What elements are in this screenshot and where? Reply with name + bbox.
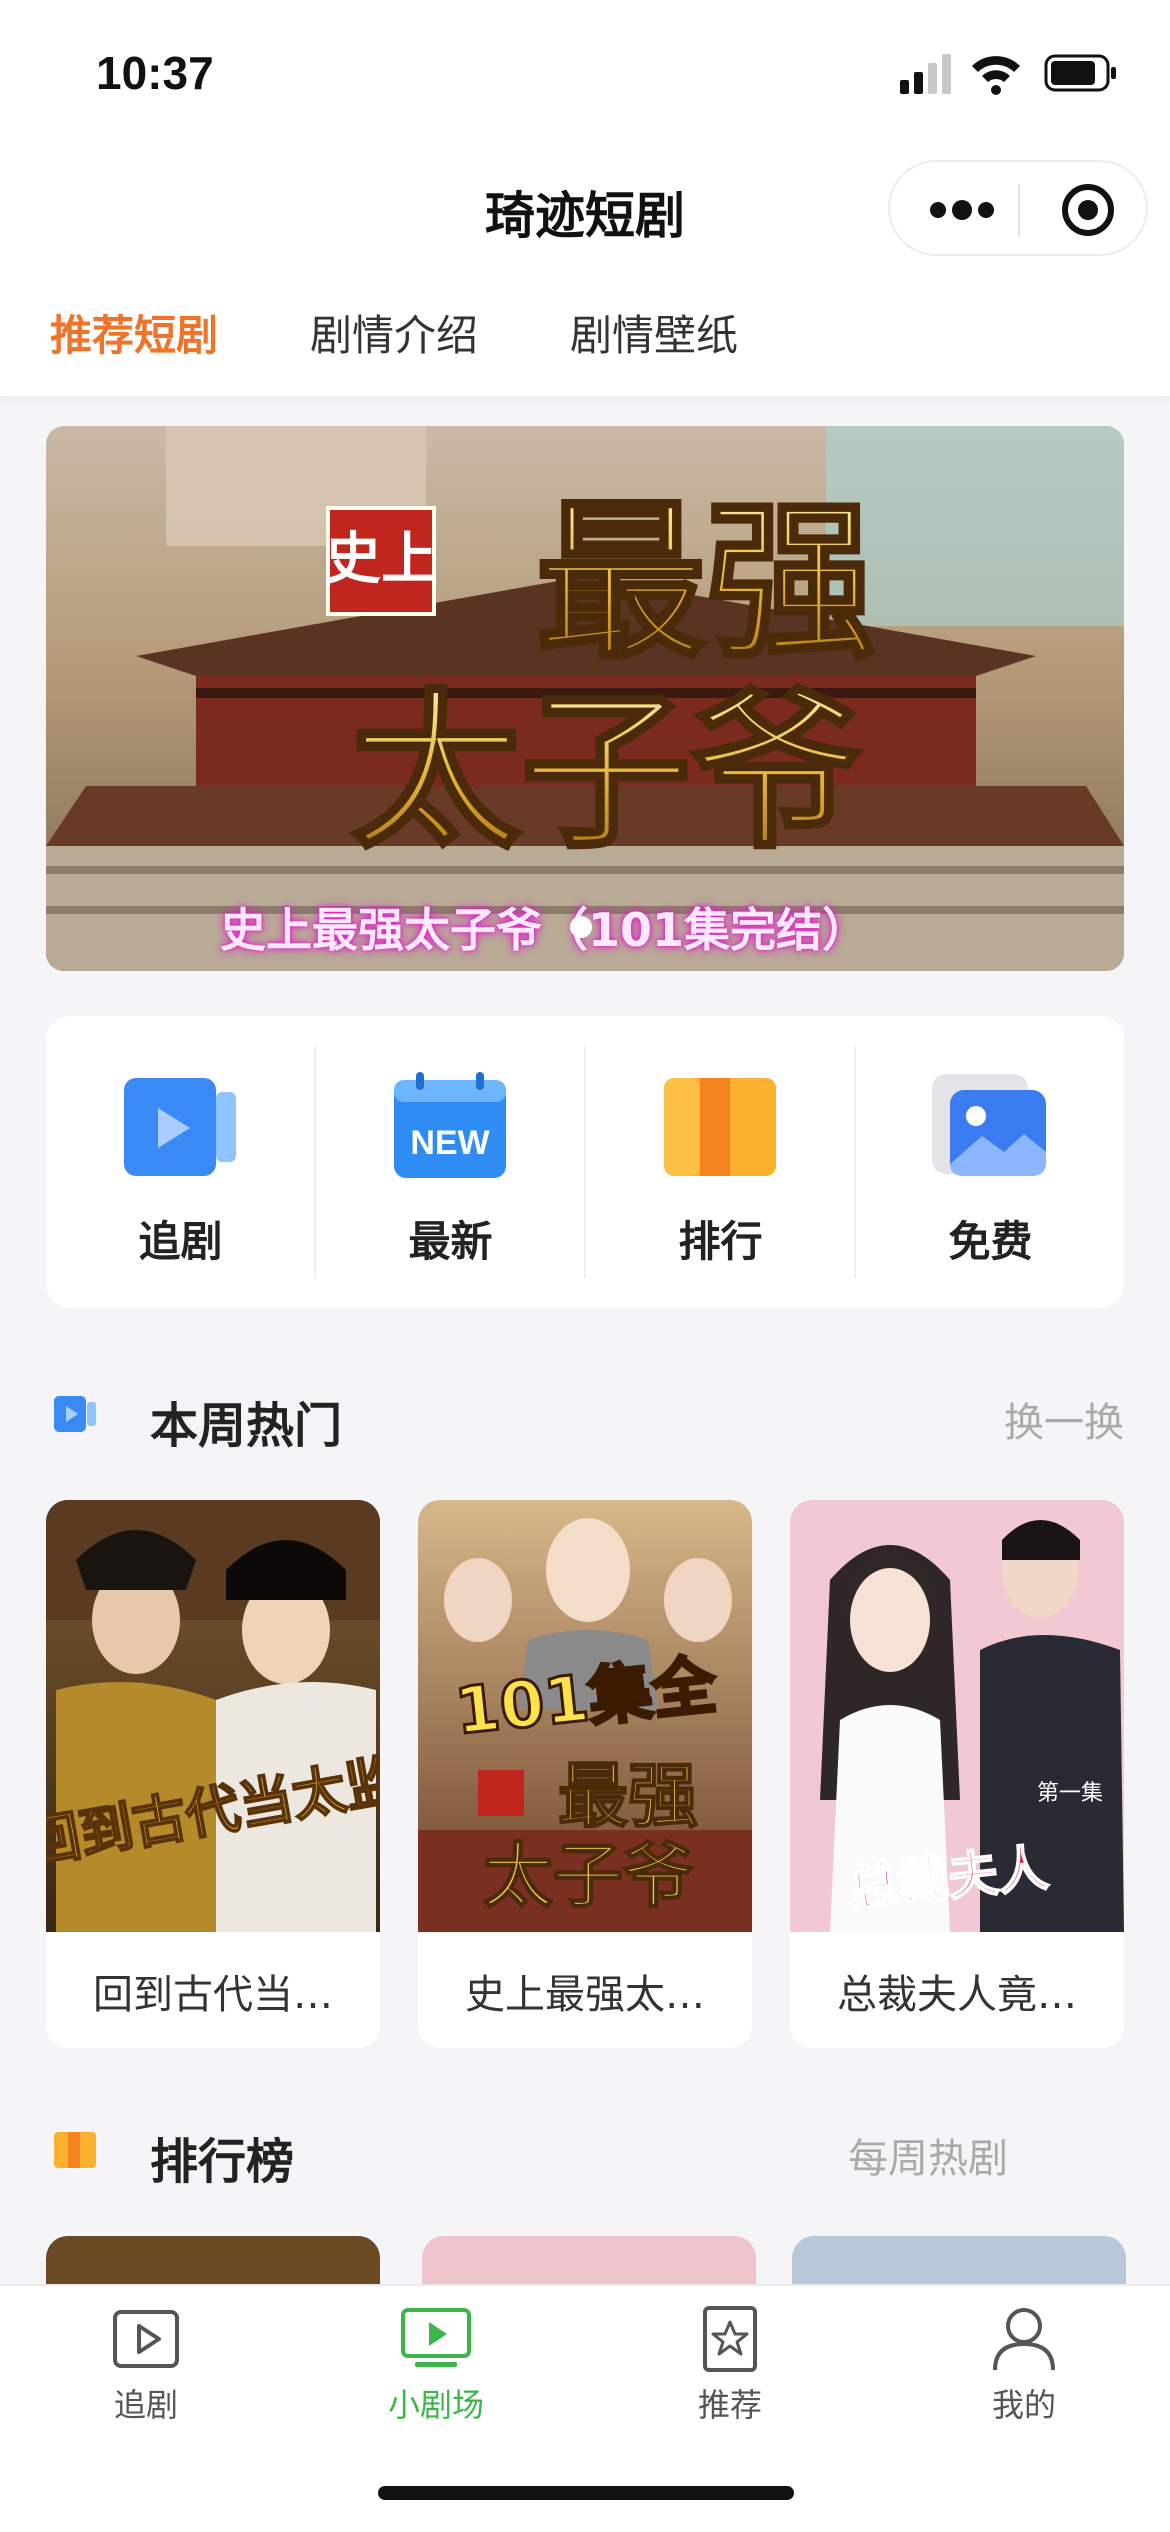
tabbar-item-follow[interactable]: 追剧 [66,2306,226,2446]
tv-icon [401,2308,471,2367]
video-section-icon [54,1396,96,1432]
svg-text:NEW: NEW [410,1124,490,1162]
star-bookmark-icon [703,2306,757,2372]
svg-text:最强: 最强 [536,482,876,682]
quick-item-label: 免费 [948,1217,1033,1266]
drama-poster: 101集全 最强 太子爷 [418,1500,752,1932]
ranking-header: 排行榜 每周热剧 [46,2116,1124,2190]
capsule-divider [1018,184,1020,236]
drama-title: 回到古代当… [93,1972,333,2018]
drama-poster: 回到古代当太监 [46,1500,380,1932]
refresh-link[interactable]: 换一换 [1004,1390,1124,1448]
home-indicator [378,2486,794,2500]
play-video-icon [124,1078,236,1176]
quick-item-label: 追剧 [138,1217,223,1266]
quick-item-label: 最新 [408,1217,493,1266]
tabbar-item-recommend[interactable]: 推荐 [650,2306,810,2446]
drama-card[interactable]: 回到古代当太监 回到古代当… [46,1500,380,2048]
drama-card[interactable]: 101集全 最强 太子爷 史上最强太… [418,1500,752,2048]
weekly-hot-header: 本周热门 换一换 [46,1380,1124,1454]
top-tabs: 推荐短剧 剧情介绍 剧情壁纸 [0,270,1170,396]
more-icon[interactable] [922,190,1002,230]
quick-item-follow[interactable]: 追剧 [46,1016,315,1308]
carousel-indicator[interactable] [570,916,592,938]
banner-caption: 史上最强太子爷（101集完结） [220,903,869,957]
drama-poster: 第一集 总裁夫人 [790,1500,1124,1932]
hero-banner[interactable]: 史上 最强 太子爷 史上最强太子爷（101集完结） [46,426,1124,971]
svg-text:第一集: 第一集 [1037,1781,1103,1806]
quick-item-label: 排行 [678,1217,763,1266]
rank-section-icon [54,2132,96,2168]
tabbar-label: 追剧 [113,2386,178,2424]
rank-book-icon [664,1078,776,1176]
tabbar-item-mine[interactable]: 我的 [944,2306,1104,2446]
weekly-hot-link[interactable]: 每周热剧 [848,2126,1008,2184]
section-title: 本周热门 [150,1398,343,1454]
person-icon [993,2308,1055,2371]
nav-header: 琦迹短剧 [0,150,1170,270]
status-time: 10:37 [96,47,214,99]
photo-gallery-icon [932,1074,1046,1176]
quick-item-latest[interactable]: NEW 最新 [316,1016,585,1308]
tabbar-label: 小剧场 [387,2386,484,2424]
tabbar-item-theater[interactable]: 小剧场 [356,2306,516,2446]
tab-recommended-drama[interactable]: 推荐短剧 [50,302,218,363]
tabbar-label: 推荐 [697,2386,762,2424]
battery-icon [1044,54,1116,92]
cellular-signal-icon [900,54,951,94]
section-title: 排行榜 [150,2134,295,2190]
banner-image: 史上 最强 太子爷 [46,426,1124,971]
play-box-icon [113,2310,179,2368]
svg-text:最强: 最强 [558,1754,698,1837]
status-icons [900,54,1116,95]
quick-item-free[interactable]: 免费 [856,1016,1125,1308]
svg-text:太子爷: 太子爷 [483,1834,693,1917]
close-miniapp-icon[interactable] [1060,182,1116,238]
quick-menu: 追剧 NEW 最新 排行 免费 [46,1016,1124,1308]
new-calendar-icon: NEW [394,1072,506,1178]
svg-text:太子爷: 太子爷 [351,672,861,872]
tabbar-label: 我的 [991,2386,1056,2424]
quick-item-ranking[interactable]: 排行 [586,1016,855,1308]
drama-card[interactable]: 第一集 总裁夫人 总裁夫人竟… [790,1500,1124,2048]
svg-text:史上: 史上 [325,526,437,592]
miniapp-capsule [888,160,1148,256]
wifi-icon [972,56,1020,95]
drama-title: 总裁夫人竟… [837,1972,1077,2018]
tab-plot-wallpaper[interactable]: 剧情壁纸 [570,302,738,363]
tab-plot-intro[interactable]: 剧情介绍 [310,302,478,363]
status-bar: 10:37 [0,0,1170,150]
drama-title: 史上最强太… [465,1972,705,2018]
